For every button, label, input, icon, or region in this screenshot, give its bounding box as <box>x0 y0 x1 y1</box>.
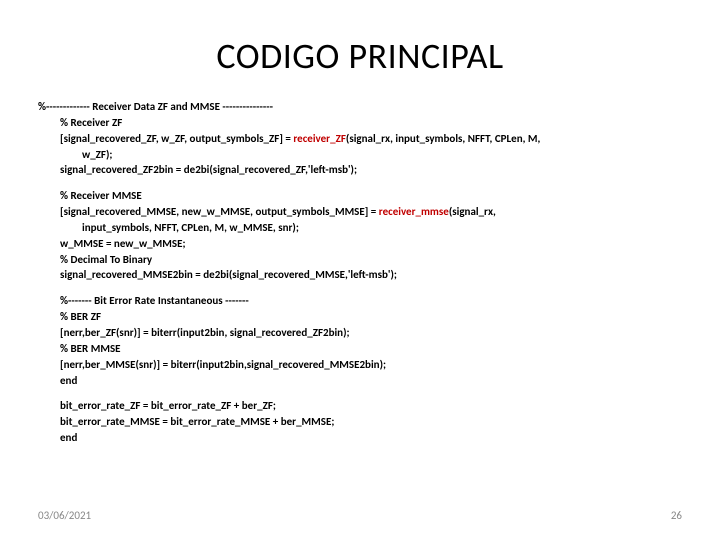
code-text: (signal_rx, <box>449 205 496 218</box>
slide-body: %------------- Receiver Data ZF and MMSE… <box>38 100 682 447</box>
code-line: % BER MMSE <box>38 342 682 357</box>
code-line: %------------- Receiver Data ZF and MMSE… <box>38 100 682 115</box>
spacer <box>38 389 682 399</box>
code-line: bit_error_rate_ZF = bit_error_rate_ZF + … <box>38 399 682 414</box>
code-keyword: receiver_ZF <box>293 132 346 145</box>
slide-title: CODIGO PRINCIPAL <box>0 34 720 78</box>
code-line: % Receiver ZF <box>38 116 682 131</box>
footer-date: 03/06/2021 <box>38 509 91 522</box>
code-line: signal_recovered_MMSE2bin = de2bi(signal… <box>38 268 682 283</box>
code-line: % Decimal To Binary <box>38 253 682 268</box>
code-line: input_symbols, NFFT, CPLen, M, w_MMSE, s… <box>38 221 682 236</box>
code-line: % Receiver MMSE <box>38 189 682 204</box>
code-keyword: receiver_mmse <box>379 205 449 218</box>
slide: CODIGO PRINCIPAL %------------- Receiver… <box>0 0 720 540</box>
spacer <box>38 179 682 189</box>
code-line: %------- Bit Error Rate Instantaneous --… <box>38 294 682 309</box>
code-line: [signal_recovered_ZF, w_ZF, output_symbo… <box>38 132 682 147</box>
code-text: (signal_rx, input_symbols, NFFT, CPLen, … <box>346 132 540 145</box>
code-line: % BER ZF <box>38 310 682 325</box>
code-line: w_ZF); <box>38 148 682 163</box>
spacer <box>38 284 682 294</box>
code-text: [signal_recovered_MMSE, new_w_MMSE, outp… <box>60 205 379 218</box>
code-line: w_MMSE = new_w_MMSE; <box>38 237 682 252</box>
footer-page-number: 26 <box>671 509 682 522</box>
code-line: end <box>38 374 682 389</box>
code-line: bit_error_rate_MMSE = bit_error_rate_MMS… <box>38 415 682 430</box>
code-line: [signal_recovered_MMSE, new_w_MMSE, outp… <box>38 205 682 220</box>
code-line: [nerr,ber_ZF(snr)] = biterr(input2bin, s… <box>38 326 682 341</box>
code-line: signal_recovered_ZF2bin = de2bi(signal_r… <box>38 163 682 178</box>
code-line: [nerr,ber_MMSE(snr)] = biterr(input2bin,… <box>38 358 682 373</box>
code-text: [signal_recovered_ZF, w_ZF, output_symbo… <box>60 132 293 145</box>
code-line: end <box>38 431 682 446</box>
